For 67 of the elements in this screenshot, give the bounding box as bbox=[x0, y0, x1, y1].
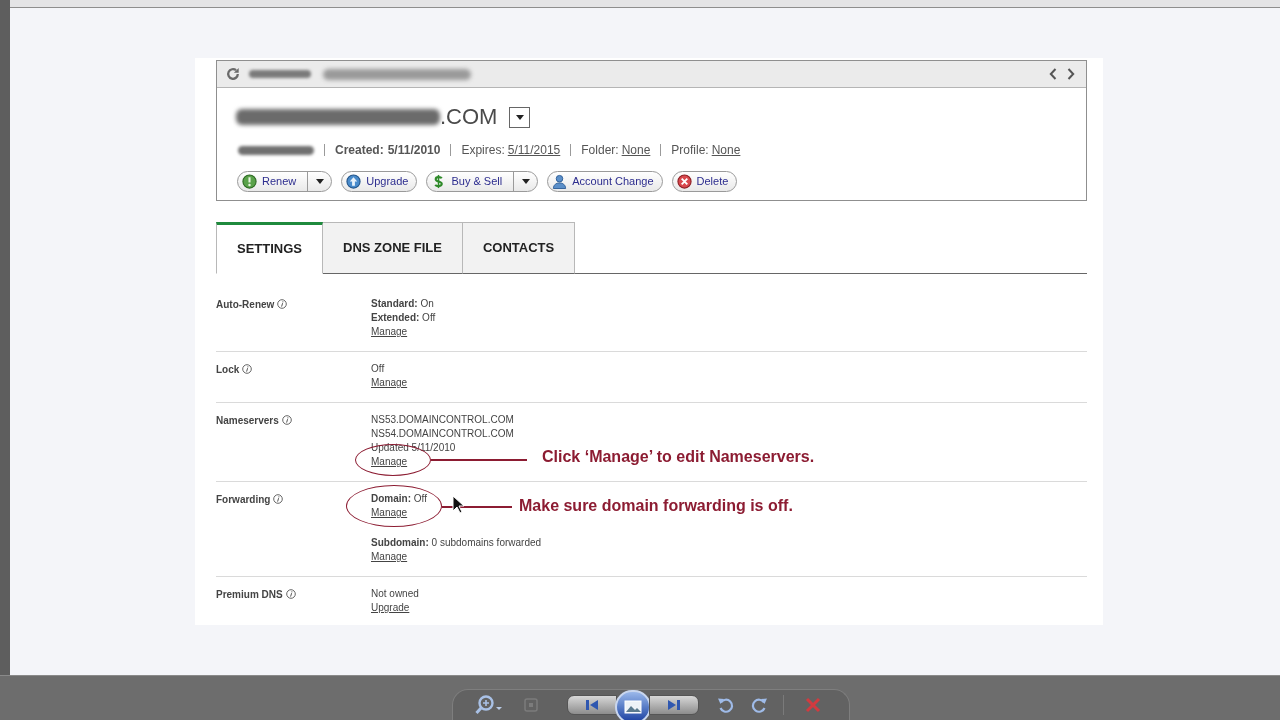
zoom-button[interactable] bbox=[475, 694, 505, 716]
action-button[interactable]: Account Change bbox=[547, 171, 663, 192]
setting-label: Nameservers bbox=[216, 413, 279, 428]
annotation-line bbox=[442, 506, 512, 508]
setting-value: Extended: Off bbox=[371, 311, 436, 325]
tab[interactable]: CONTACTS bbox=[462, 222, 576, 274]
info-icon[interactable] bbox=[281, 415, 292, 425]
rotate-clockwise-button[interactable] bbox=[750, 696, 768, 714]
caret-icon bbox=[515, 114, 524, 120]
detail-label: Created: bbox=[335, 142, 384, 159]
slideshow-button[interactable] bbox=[615, 690, 651, 720]
x-circle-icon bbox=[676, 174, 692, 189]
setting-link[interactable]: Manage bbox=[371, 455, 408, 469]
detail-label: Profile: bbox=[671, 142, 709, 159]
mouse-pointer-icon bbox=[452, 495, 464, 514]
action-button[interactable]: Renew bbox=[238, 172, 308, 191]
setting-value: Standard: On bbox=[371, 297, 434, 311]
action-button[interactable]: Buy & Sell bbox=[427, 172, 514, 191]
detail-value: 5/11/2010 bbox=[387, 142, 441, 159]
caret-icon bbox=[315, 179, 324, 184]
picture-icon bbox=[624, 700, 642, 714]
refresh-icon[interactable] bbox=[226, 67, 240, 81]
caret-icon bbox=[521, 179, 530, 184]
exclamation-circle-icon bbox=[242, 174, 257, 189]
domain-dropdown-button[interactable] bbox=[509, 106, 531, 128]
previous-button[interactable] bbox=[567, 695, 617, 715]
action-button[interactable]: Upgrade bbox=[341, 171, 418, 192]
blurred-text bbox=[249, 70, 311, 78]
detail-link[interactable]: None bbox=[711, 141, 741, 159]
setting-link[interactable]: Upgrade bbox=[371, 601, 410, 615]
info-icon[interactable] bbox=[242, 364, 253, 374]
info-icon[interactable] bbox=[273, 494, 284, 504]
setting-label: Premium DNS bbox=[216, 587, 283, 602]
rotate-counterclockwise-button[interactable] bbox=[717, 696, 735, 714]
setting-label: Forwarding bbox=[216, 492, 271, 507]
setting-label: Auto-Renew bbox=[216, 297, 275, 312]
tab[interactable]: SETTINGS bbox=[216, 222, 323, 274]
detail-label: Expires: bbox=[461, 142, 505, 159]
annotation-text: Click ‘Manage’ to edit Nameservers. bbox=[542, 448, 815, 466]
domain-name: .COM bbox=[440, 105, 498, 129]
info-icon[interactable] bbox=[285, 589, 296, 599]
setting-link[interactable]: Manage bbox=[371, 506, 408, 520]
next-button[interactable] bbox=[649, 695, 699, 715]
setting-value: Subdomain: 0 subdomains forwarded bbox=[371, 536, 542, 550]
action-button[interactable]: Delete bbox=[671, 171, 738, 192]
detail-link[interactable]: None bbox=[621, 141, 651, 159]
setting-value: NS53.DOMAINCONTROL.COM bbox=[371, 413, 514, 427]
annotation-text: Make sure domain forwarding is off. bbox=[519, 497, 793, 515]
tab[interactable]: DNS ZONE FILE bbox=[323, 222, 463, 274]
setting-link[interactable]: Manage bbox=[371, 376, 408, 390]
setting-link[interactable]: Manage bbox=[371, 550, 408, 564]
previous-arrow-button[interactable] bbox=[1048, 67, 1058, 81]
detail-link[interactable]: 5/11/2015 bbox=[507, 141, 561, 159]
setting-value: Off bbox=[371, 362, 385, 376]
detail-label: Folder: bbox=[581, 142, 619, 159]
skip-back-icon bbox=[585, 698, 599, 712]
setting-label: Lock bbox=[216, 362, 240, 377]
up-arrow-circle-icon bbox=[346, 174, 362, 189]
setting-value: Not owned bbox=[371, 587, 419, 601]
info-icon[interactable] bbox=[277, 299, 288, 309]
setting-link[interactable]: Manage bbox=[371, 325, 408, 339]
setting-value: NS54.DOMAINCONTROL.COM bbox=[371, 427, 514, 441]
next-arrow-button[interactable] bbox=[1066, 67, 1076, 81]
skip-forward-icon bbox=[667, 698, 681, 712]
person-icon bbox=[552, 174, 568, 189]
setting-value: Domain: Off bbox=[371, 492, 427, 506]
setting-value: Updated 5/11/2010 bbox=[371, 441, 456, 455]
